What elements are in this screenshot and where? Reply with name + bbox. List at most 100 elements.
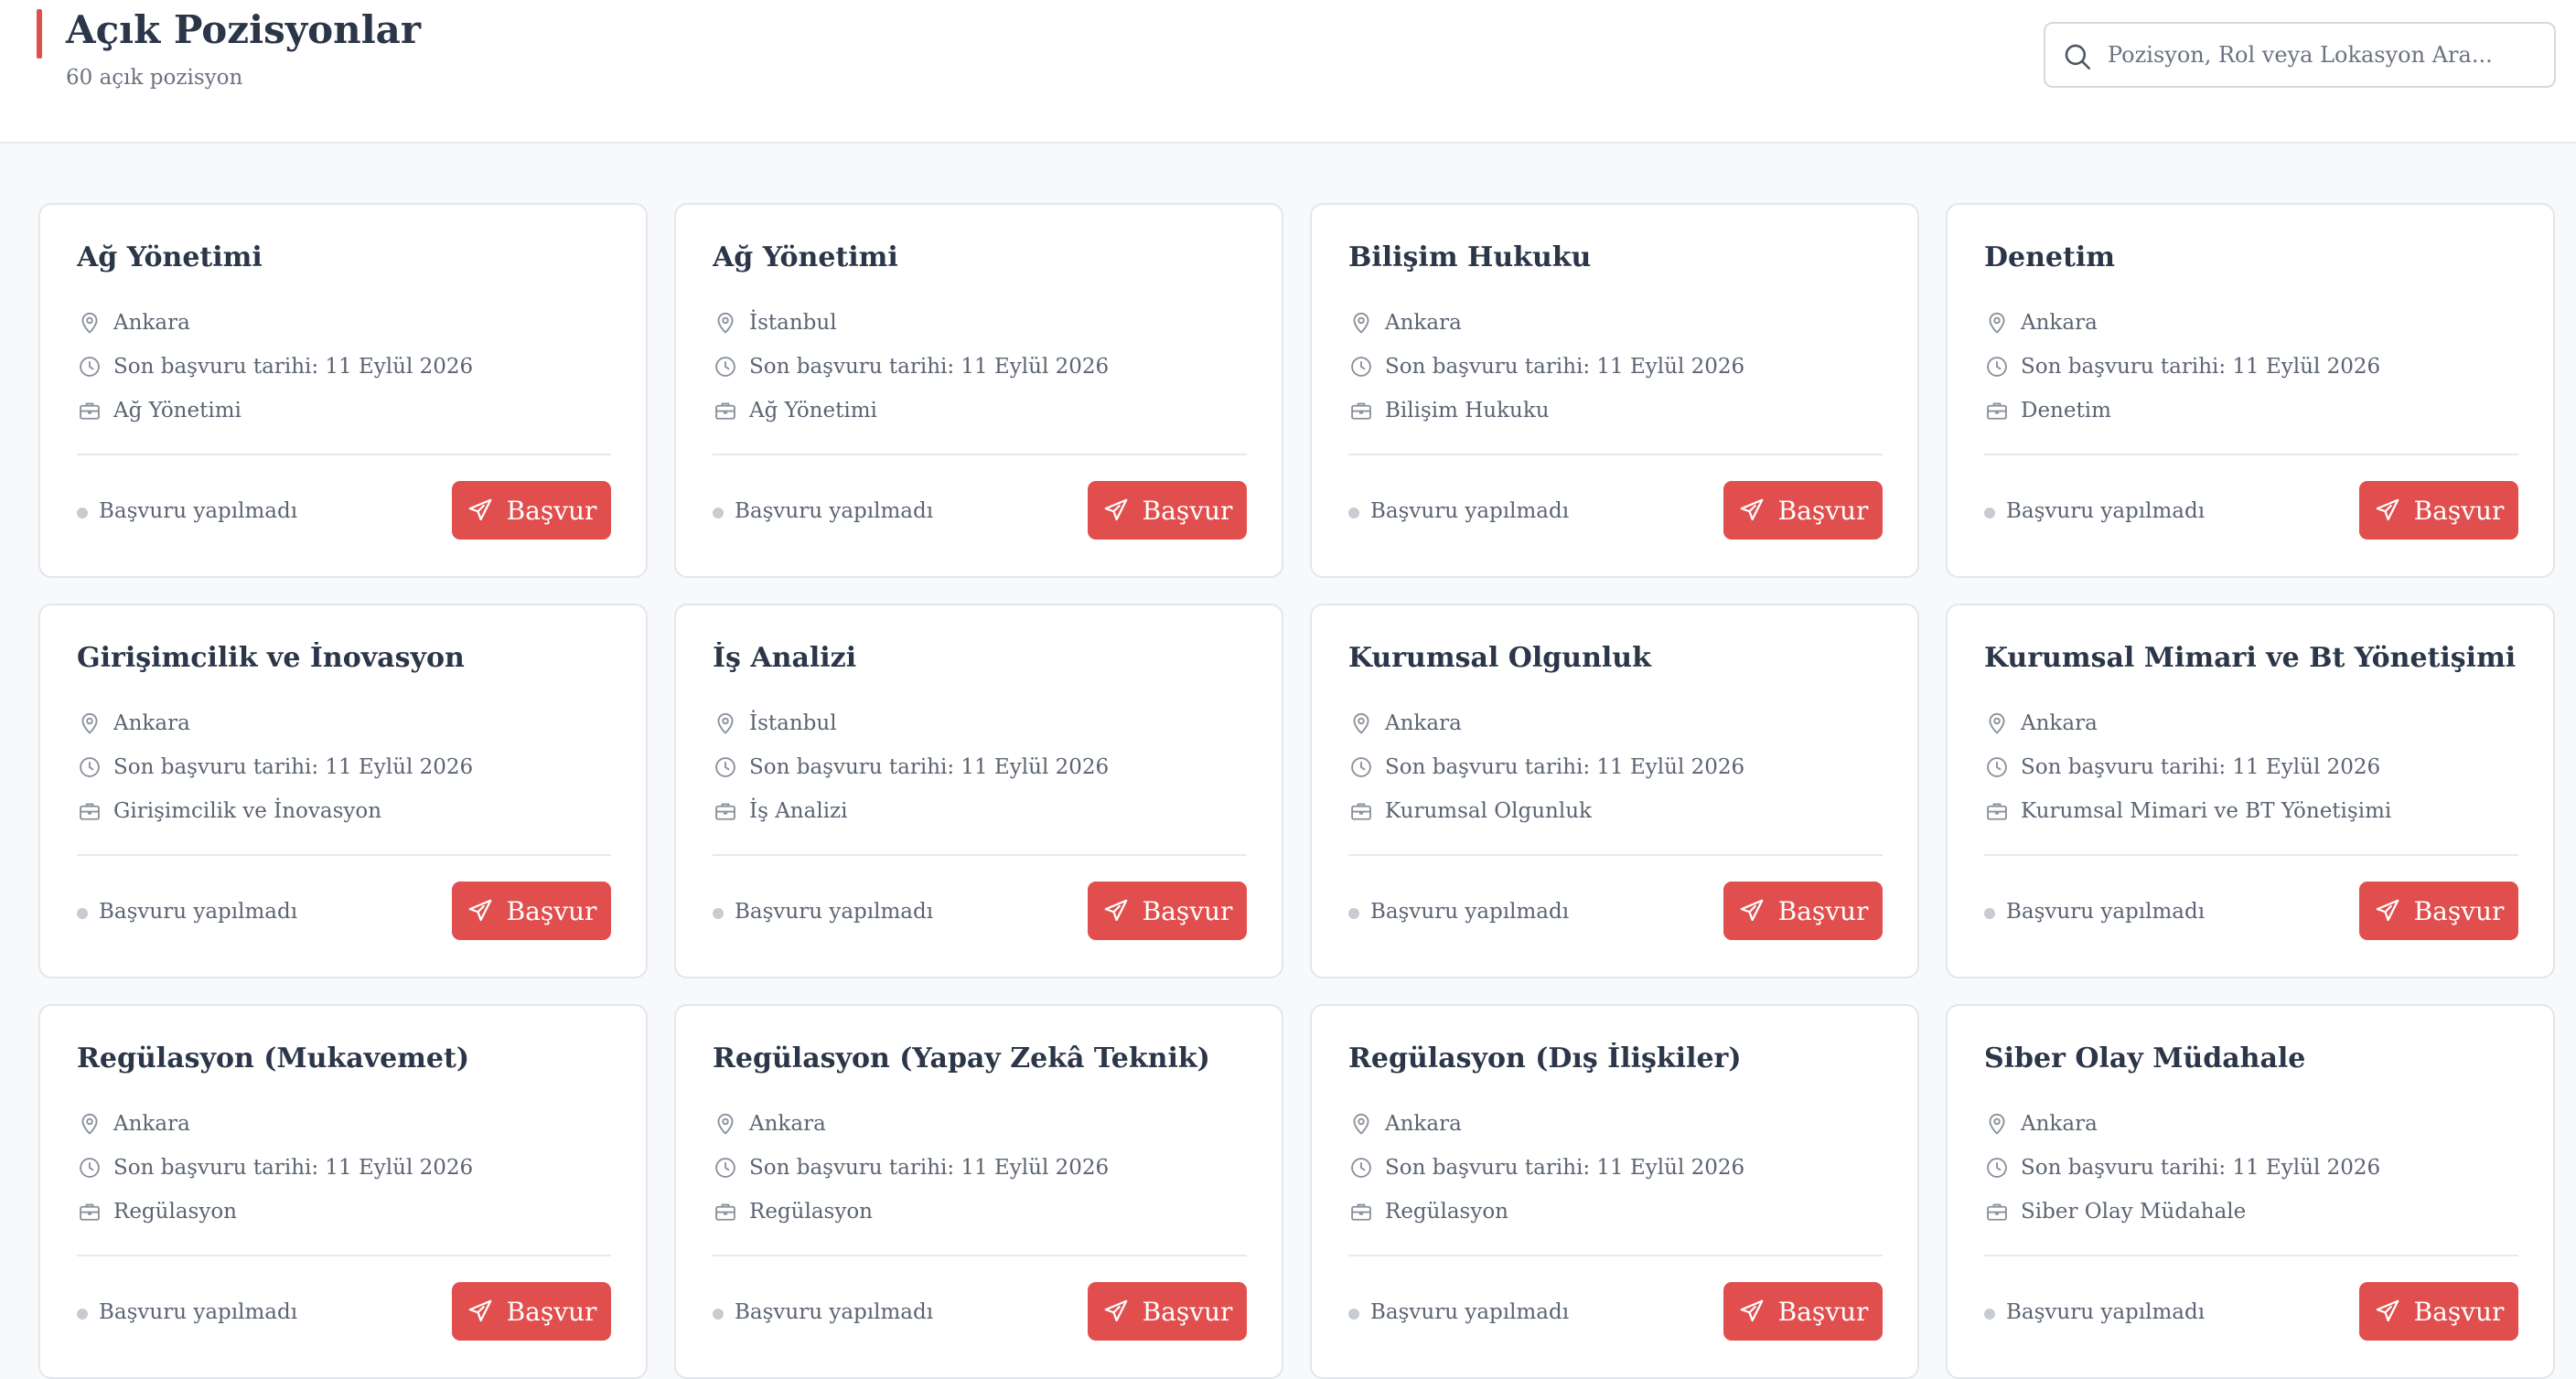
map-pin-icon (717, 712, 734, 734)
category-text: Bilişim Hukuku (1385, 399, 1550, 422)
apply-button[interactable]: Başvur (1088, 1282, 1247, 1341)
status-dot (1348, 507, 1359, 518)
position-title: Siber Olay Müdahale (1984, 1042, 2306, 1074)
apply-button[interactable]: Başvur (1723, 882, 1883, 940)
position-card: Ağ Yönetimi İstanbul Son başvuru tarihi:… (674, 203, 1283, 578)
apply-button[interactable]: Başvur (1088, 882, 1247, 940)
status-dot (1348, 907, 1359, 919)
apply-button[interactable]: Başvur (2359, 1282, 2518, 1341)
card-divider (77, 1255, 611, 1256)
apply-button-label: Başvur (506, 895, 597, 926)
briefcase-icon (80, 1203, 100, 1221)
apply-button[interactable]: Başvur (452, 882, 611, 940)
status-dot (77, 1308, 88, 1320)
briefcase-icon (1987, 402, 2007, 420)
apply-button-label: Başvur (2413, 495, 2505, 526)
status-text: Başvuru yapılmadı (1370, 499, 1570, 523)
positions-grid: Ağ Yönetimi Ankara Son başvuru tarihi: 1… (38, 203, 2556, 1379)
location-text: Ankara (113, 711, 190, 735)
briefcase-icon (1351, 402, 1371, 420)
application-status: Başvuru yapılmadı (713, 896, 933, 927)
card-divider (1984, 1255, 2518, 1256)
clock-icon (1351, 357, 1371, 377)
send-icon (1104, 498, 1127, 521)
status-text: Başvuru yapılmadı (99, 1300, 298, 1324)
card-divider (1984, 454, 2518, 455)
clock-icon (1351, 757, 1371, 777)
deadline-text: Son başvuru tarihi: 11 Eylül 2026 (749, 1156, 1110, 1180)
category-row: Regülasyon (77, 1196, 237, 1227)
apply-button[interactable]: Başvur (1723, 1282, 1883, 1341)
position-card: Regülasyon (Yapay Zekâ Teknik) Ankara So… (674, 1004, 1283, 1379)
status-text: Başvuru yapılmadı (99, 499, 298, 523)
application-status: Başvuru yapılmadı (77, 896, 297, 927)
location-row: Ankara (1348, 307, 1462, 338)
map-pin-icon (81, 312, 98, 334)
map-pin-icon (1989, 1113, 2005, 1135)
status-text: Başvuru yapılmadı (2006, 1300, 2206, 1324)
status-dot (1348, 1308, 1359, 1320)
location-text: Ankara (113, 1112, 190, 1136)
status-dot (713, 907, 724, 919)
category-row: Regülasyon (1348, 1196, 1508, 1227)
clock-icon (1987, 1158, 2007, 1178)
position-card: İş Analizi İstanbul Son başvuru tarihi: … (674, 604, 1283, 978)
location-row: İstanbul (713, 708, 837, 739)
card-divider (1348, 454, 1883, 455)
briefcase-icon (80, 402, 100, 420)
apply-button-label: Başvur (1142, 1296, 1233, 1327)
deadline-row: Son başvuru tarihi: 11 Eylül 2026 (77, 351, 473, 382)
deadline-row: Son başvuru tarihi: 11 Eylül 2026 (77, 1152, 473, 1183)
apply-button[interactable]: Başvur (1723, 481, 1883, 540)
clock-icon (715, 357, 735, 377)
apply-button[interactable]: Başvur (452, 481, 611, 540)
page-title: Açık Pozisyonlar (66, 7, 422, 52)
location-text: Ankara (2021, 311, 2098, 335)
status-dot (77, 507, 88, 518)
search-input[interactable] (2108, 35, 2538, 75)
position-title: Regülasyon (Mukavemet) (77, 1042, 470, 1074)
map-pin-icon (1989, 312, 2005, 334)
category-text: Regülasyon (1385, 1200, 1508, 1224)
card-divider (1348, 854, 1883, 856)
location-text: Ankara (113, 311, 190, 335)
briefcase-icon (80, 803, 100, 820)
position-title: Denetim (1984, 241, 2115, 273)
card-divider (713, 854, 1247, 856)
status-text: Başvuru yapılmadı (2006, 900, 2206, 924)
apply-button[interactable]: Başvur (452, 1282, 611, 1341)
position-title: Ağ Yönetimi (713, 241, 898, 273)
location-row: Ankara (1348, 708, 1462, 739)
location-text: İstanbul (749, 311, 837, 335)
deadline-row: Son başvuru tarihi: 11 Eylül 2026 (1984, 1152, 2380, 1183)
deadline-row: Son başvuru tarihi: 11 Eylül 2026 (713, 752, 1109, 783)
category-text: Kurumsal Mimari ve BT Yönetişimi (2021, 799, 2392, 823)
status-dot (1984, 907, 1995, 919)
clock-icon (1987, 357, 2007, 377)
position-card: Siber Olay Müdahale Ankara Son başvuru t… (1946, 1004, 2555, 1379)
application-status: Başvuru yapılmadı (77, 1297, 297, 1328)
apply-button[interactable]: Başvur (1088, 481, 1247, 540)
application-status: Başvuru yapılmadı (77, 496, 297, 527)
location-row: Ankara (77, 1108, 190, 1139)
position-title: Regülasyon (Dış İlişkiler) (1348, 1042, 1742, 1074)
apply-button[interactable]: Başvur (2359, 481, 2518, 540)
status-text: Başvuru yapılmadı (735, 900, 934, 924)
deadline-text: Son başvuru tarihi: 11 Eylül 2026 (2021, 1156, 2381, 1180)
position-card: Regülasyon (Mukavemet) Ankara Son başvur… (38, 1004, 648, 1379)
category-text: Denetim (2021, 399, 2111, 422)
search-box[interactable] (2044, 22, 2556, 88)
location-text: Ankara (2021, 1112, 2098, 1136)
application-status: Başvuru yapılmadı (1984, 896, 2205, 927)
clock-icon (1987, 757, 2007, 777)
category-text: Siber Olay Müdahale (2021, 1200, 2247, 1224)
card-divider (77, 454, 611, 455)
location-row: Ankara (1348, 1108, 1462, 1139)
category-text: İş Analizi (749, 799, 848, 823)
application-status: Başvuru yapılmadı (713, 496, 933, 527)
card-divider (713, 454, 1247, 455)
location-text: Ankara (1385, 711, 1462, 735)
deadline-text: Son başvuru tarihi: 11 Eylül 2026 (113, 755, 474, 779)
position-card: Regülasyon (Dış İlişkiler) Ankara Son ba… (1310, 1004, 1919, 1379)
apply-button[interactable]: Başvur (2359, 882, 2518, 940)
